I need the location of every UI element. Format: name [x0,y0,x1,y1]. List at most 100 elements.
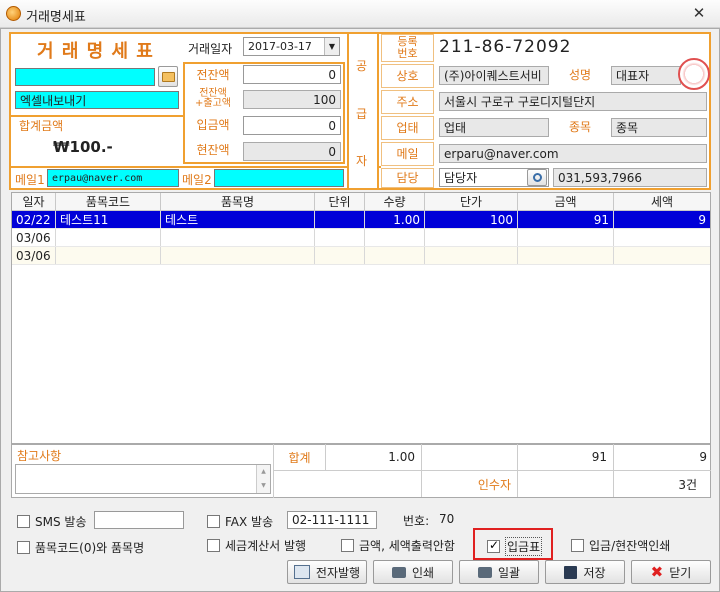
print-label: 인쇄 [411,565,435,580]
memo-scrollbar[interactable]: ▲ ▼ [256,465,270,493]
mail2-input[interactable] [214,169,344,187]
cell-item-code[interactable] [56,229,161,246]
address-field: 서울시 구로구 구로디지털단지 [439,92,707,111]
company-seal-stamp [678,58,710,90]
biz-type-label: 업태 [381,116,434,140]
col-unit[interactable]: 단위 [315,193,365,210]
cell-unit[interactable] [315,247,365,264]
receiver-label: 인수자 [422,471,518,497]
cell-amount[interactable] [518,229,614,246]
receiver-field[interactable] [518,471,614,497]
manager-search-button[interactable] [527,169,547,186]
mail2-label: 메일2 [182,173,212,187]
chevron-down-icon[interactable]: ▼ [324,38,339,55]
item-code-checkbox[interactable] [17,541,30,554]
print-button[interactable]: 인쇄 [373,560,453,584]
biz-item-label: 종목 [553,118,607,137]
customer-folder-button[interactable] [158,66,178,87]
close-window-button[interactable]: ✕ [690,4,708,22]
fax-number-input[interactable]: 02-111-1111 [287,511,377,529]
close-label: 닫기 [669,565,692,580]
biz-item-field: 종목 [611,118,707,137]
save-button[interactable]: 저장 [545,560,625,584]
cell-qty[interactable] [365,247,425,264]
company-field: (주)아이퀘스트서비 [439,66,549,85]
cell-tax[interactable] [614,229,710,246]
doc-number-label: 번호: [403,514,430,528]
no-amount-option[interactable]: 금액, 세액출력안함 [341,537,455,554]
deposit-balance-print-option[interactable]: 입금/현잔액인쇄 [571,537,670,554]
window-title: 거래명세표 [26,10,86,25]
customer-name2-input[interactable]: 엑셀내보내기 [15,91,179,109]
supplier-side-char-1: 공 [356,59,368,73]
deposit-slip-checkbox[interactable]: ✓ [487,538,500,553]
fax-label: FAX 발송 [225,515,274,529]
table-row[interactable]: 03/06 [12,229,710,247]
tax-invoice-label: 세금계산서 발행 [225,539,307,553]
col-item-name[interactable]: 품목명 [161,193,315,210]
cell-item-code[interactable] [56,247,161,264]
col-tax[interactable]: 세액 [614,193,710,210]
reg-label-line2: 번호 [397,47,418,60]
col-item-code[interactable]: 품목코드 [56,193,161,210]
cell-price[interactable] [425,229,518,246]
close-icon: ✖ [650,563,664,581]
batch-print-button[interactable]: 일괄 [459,560,539,584]
tax-invoice-option[interactable]: 세금계산서 발행 [207,537,306,554]
mail1-input[interactable]: erpau@naver.com [47,169,179,187]
mail1-label: 메일1 [15,173,45,187]
cell-date[interactable]: 02/22 [12,211,56,228]
cell-item-code[interactable]: 테스트11 [56,211,161,228]
deposit-slip-label: 입금표 [505,537,543,556]
cell-tax[interactable]: 9 [614,211,710,228]
memo-label: 참고사항 [17,449,62,463]
table-row[interactable]: 02/22 테스트11 테스트 1.00 100 91 9 [12,211,710,229]
cell-amount[interactable]: 91 [518,211,614,228]
cell-item-name[interactable] [161,247,315,264]
sms-checkbox[interactable] [17,515,30,528]
batch-print-label: 일괄 [497,565,521,580]
supplier-side-char-2: 급 [356,107,368,121]
cell-qty[interactable] [365,229,425,246]
cell-unit[interactable] [315,211,365,228]
cell-qty[interactable]: 1.00 [365,211,425,228]
close-button[interactable]: ✖ 닫기 [631,560,711,584]
sum-label: 합계 [274,444,326,471]
fax-option[interactable]: FAX 발송 [207,513,273,530]
table-row[interactable]: 03/06 [12,247,710,265]
sms-number-input[interactable] [94,511,184,529]
cell-price[interactable] [425,247,518,264]
checkmark-icon: ✓ [489,538,500,552]
col-date[interactable]: 일자 [12,193,56,210]
cell-date[interactable]: 03/06 [12,247,56,264]
phone-field: 031,593,7966 [553,168,707,187]
cell-tax[interactable] [614,247,710,264]
deposit-slip-option[interactable]: ✓ 입금표 [487,537,543,556]
e-issue-button[interactable]: 전자발행 [287,560,367,584]
item-code-option[interactable]: 품목코드(0)와 품목명 [17,539,144,556]
sum-blank-2 [274,471,422,497]
tax-invoice-checkbox[interactable] [207,539,220,552]
total-amount-value: ₩100.- [53,138,113,156]
col-price[interactable]: 단가 [425,193,518,210]
sms-label: SMS 발송 [35,515,87,529]
cell-amount[interactable] [518,247,614,264]
customer-name-input[interactable] [15,68,155,86]
col-qty[interactable]: 수량 [365,193,425,210]
cell-item-name[interactable] [161,229,315,246]
cell-unit[interactable] [315,229,365,246]
trade-date-picker[interactable]: 2017-03-17 ▼ [243,37,340,56]
items-grid: 일자 품목코드 품목명 단위 수량 단가 금액 세액 02/22 테스트11 테… [11,192,711,444]
sms-option[interactable]: SMS 발송 [17,513,86,530]
cell-price[interactable]: 100 [425,211,518,228]
col-amount[interactable]: 금액 [518,193,614,210]
fax-checkbox[interactable] [207,515,220,528]
printer-icon [477,566,492,578]
memo-textarea[interactable]: ▲ ▼ [15,464,271,494]
cell-item-name[interactable]: 테스트 [161,211,315,228]
cell-date[interactable]: 03/06 [12,229,56,246]
prev-balance-field[interactable]: 0 [243,65,341,84]
no-amount-checkbox[interactable] [341,539,354,552]
deposit-balance-print-checkbox[interactable] [571,539,584,552]
deposit-field[interactable]: 0 [243,116,341,135]
